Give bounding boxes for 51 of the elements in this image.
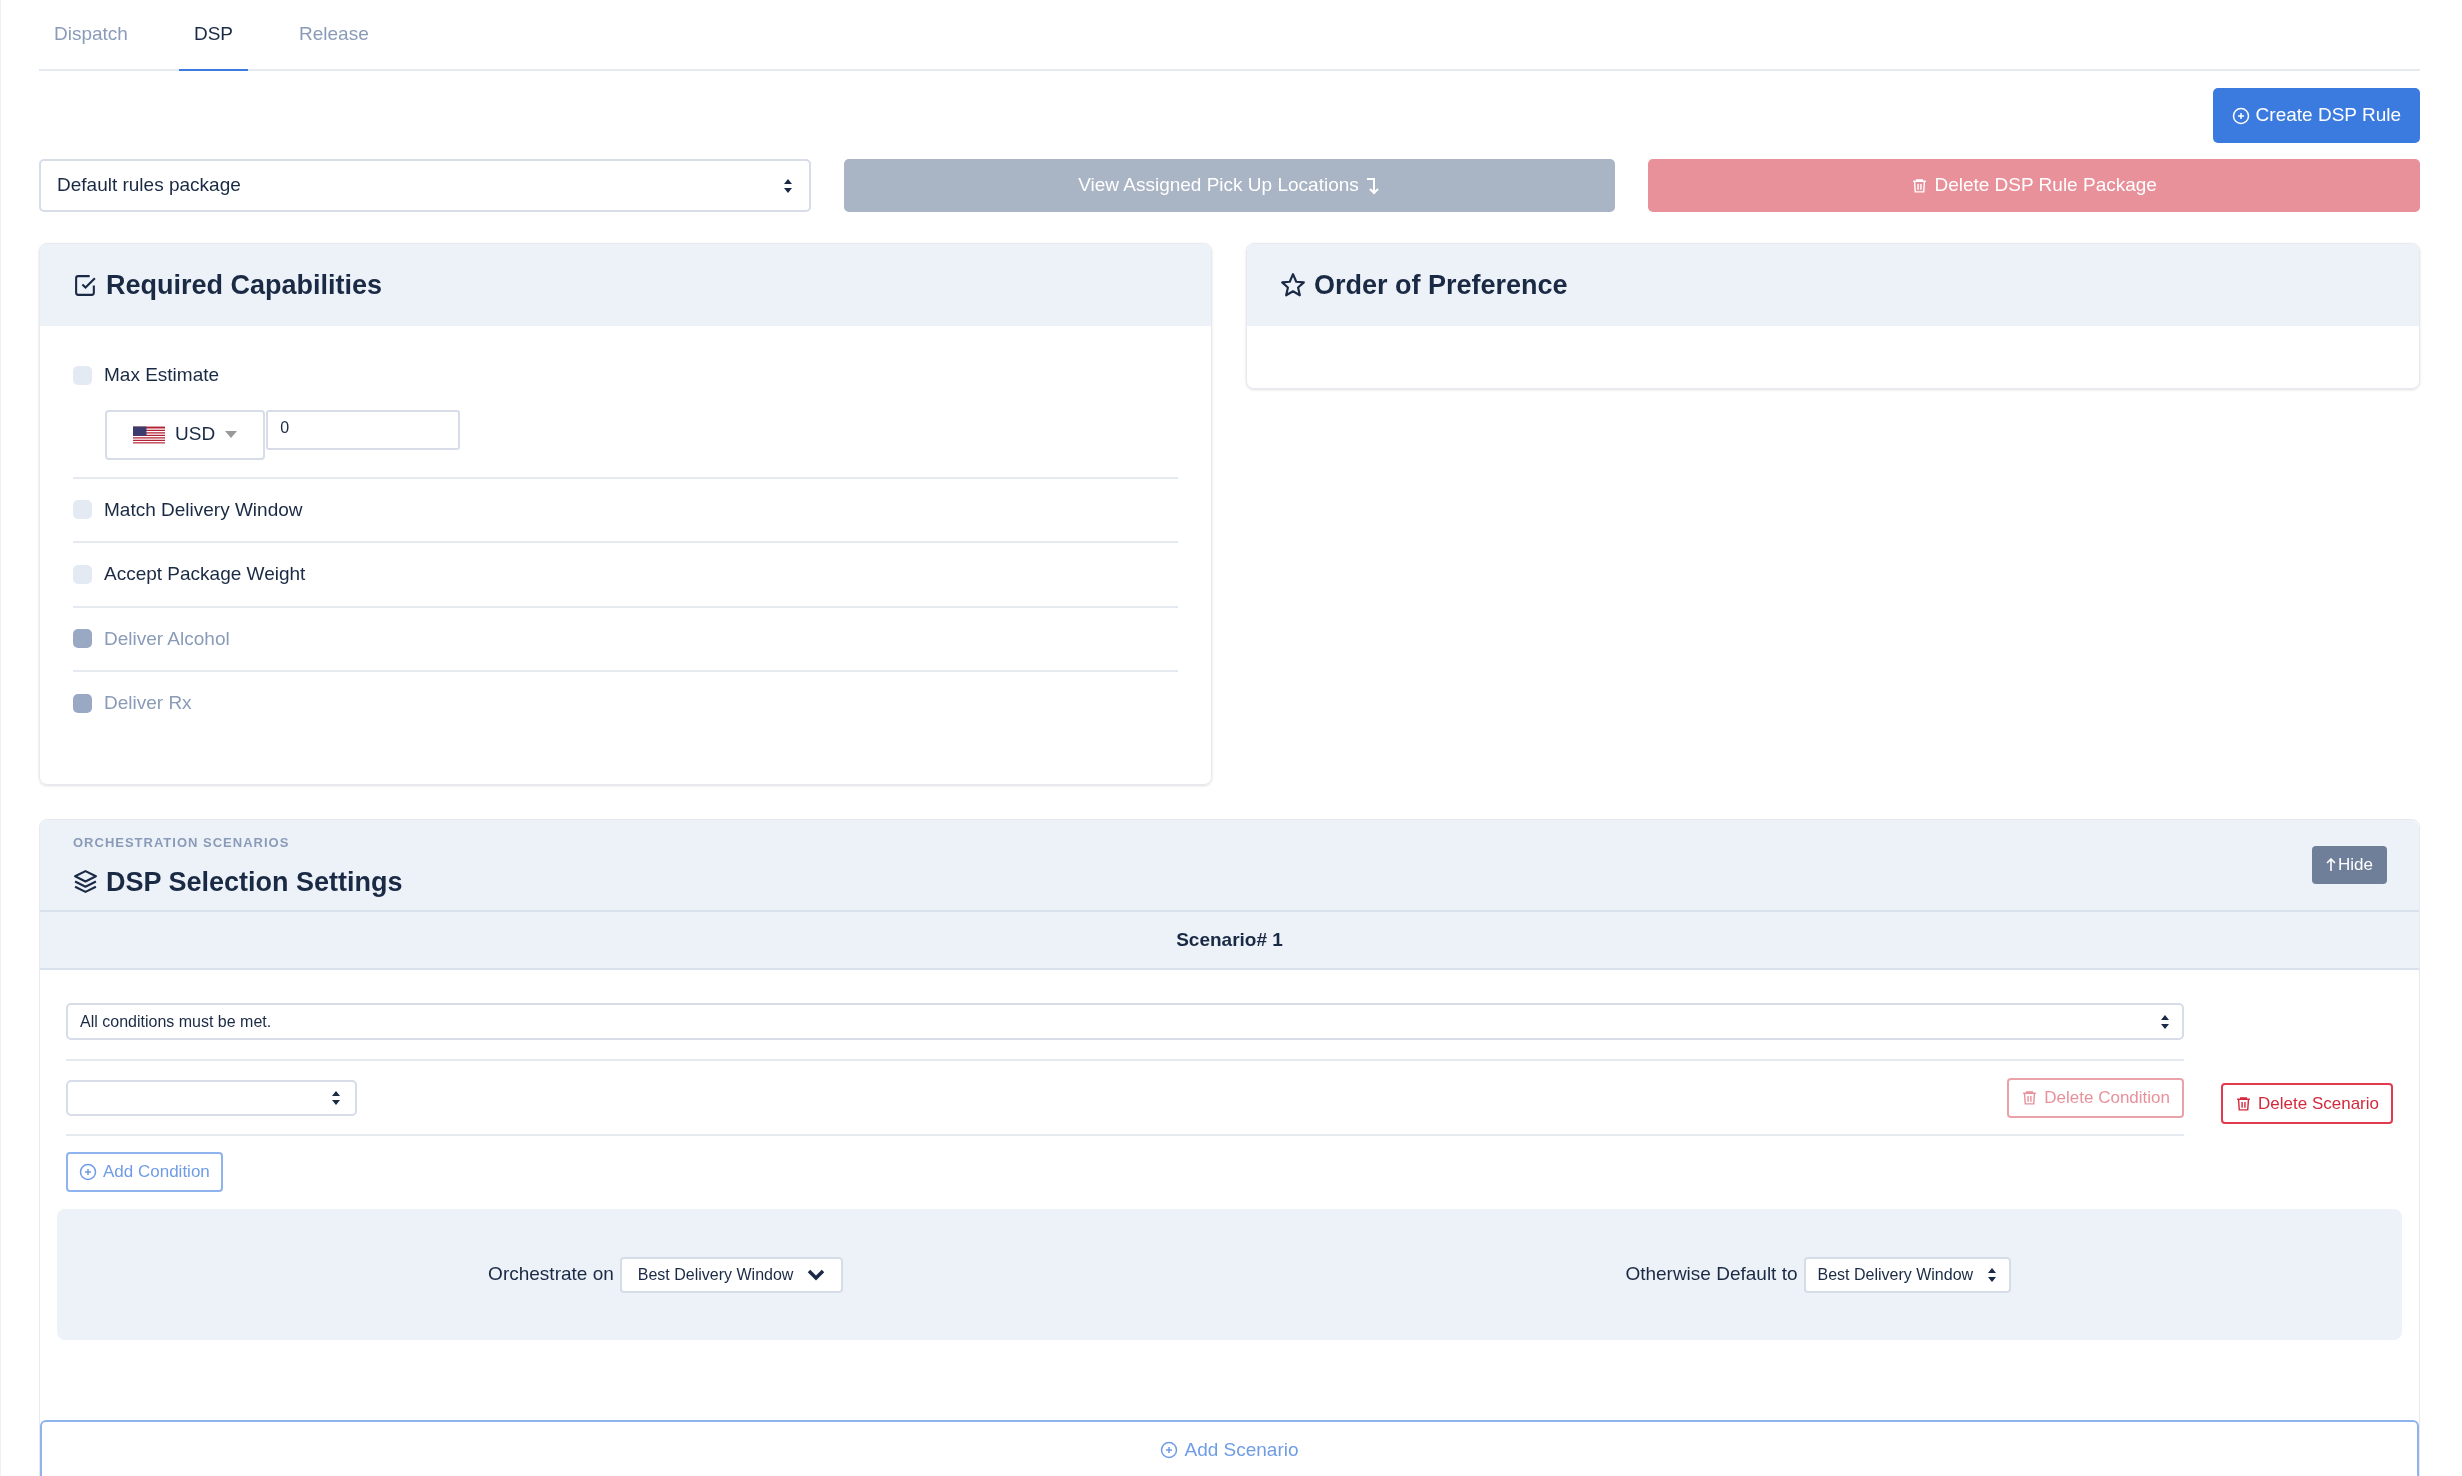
trash-icon xyxy=(2021,1089,2039,1106)
trash-icon xyxy=(1911,177,1929,194)
checked-box-icon xyxy=(73,272,98,298)
star-icon xyxy=(1280,272,1306,298)
tab[interactable]: Release xyxy=(284,0,384,71)
up-down-caret-icon xyxy=(331,1090,341,1105)
amount-input[interactable]: 0 xyxy=(266,409,461,450)
delete-scenario-button[interactable]: Delete Scenario xyxy=(2221,1083,2393,1124)
checkbox[interactable] xyxy=(73,500,92,520)
plus-circle-icon xyxy=(2231,106,2250,125)
layers-icon xyxy=(73,869,98,895)
up-down-caret-icon xyxy=(1987,1267,1998,1282)
hide-button[interactable]: Hide xyxy=(2312,846,2387,884)
orchestrate-select[interactable]: Best Delivery Window xyxy=(619,1256,844,1293)
up-down-caret-icon xyxy=(2160,1014,2170,1029)
tab[interactable]: Dispatch xyxy=(39,0,143,71)
view-locations-button[interactable]: View Assigned Pick Up Locations xyxy=(843,159,1616,212)
arrow-up-icon xyxy=(2326,858,2337,872)
section-eyebrow: ORCHESTRATION SCENARIOS xyxy=(73,834,291,852)
add-condition-button[interactable]: Add Condition xyxy=(66,1152,223,1192)
checkbox-label: Max Estimate xyxy=(104,363,220,387)
currency-select[interactable]: USD xyxy=(105,409,266,460)
add-scenario-button[interactable]: Add Scenario xyxy=(40,1420,2419,1476)
default-select[interactable]: Best Delivery Window xyxy=(1803,1256,2012,1293)
package-select[interactable]: Default rules package xyxy=(39,159,811,212)
arrow-turn-down-icon xyxy=(1364,176,1381,195)
checkbox-label: Deliver Alcohol xyxy=(104,626,230,651)
default-label: Otherwise Default to xyxy=(1625,1262,1798,1287)
section-title: DSP Selection Settings xyxy=(106,865,403,899)
checkbox-label: Accept Package Weight xyxy=(104,562,306,586)
scenario-title: Scenario# 1 xyxy=(1176,927,1283,952)
checkbox[interactable] xyxy=(73,564,92,584)
caret-down-icon xyxy=(225,430,238,439)
condition-select[interactable] xyxy=(66,1079,357,1116)
plus-circle-icon xyxy=(1160,1441,1179,1459)
orchestrate-label: Orchestrate on xyxy=(488,1262,614,1287)
flag-icon xyxy=(133,425,165,444)
tab[interactable]: DSP xyxy=(178,0,248,71)
up-down-caret-icon xyxy=(782,178,793,193)
plus-circle-icon xyxy=(79,1163,97,1181)
card-title: Required Capabilities xyxy=(106,268,383,302)
checkbox[interactable] xyxy=(73,365,92,385)
create-rule-button[interactable]: Create DSP Rule xyxy=(2212,88,2420,143)
trash-icon xyxy=(2235,1095,2253,1112)
delete-package-button[interactable]: Delete DSP Rule Package xyxy=(1648,159,2420,212)
chevron-down-icon xyxy=(807,1268,826,1281)
delete-condition-button[interactable]: Delete Condition xyxy=(2007,1077,2184,1118)
card-title: Order of Preference xyxy=(1314,268,1568,302)
checkbox-label: Match Delivery Window xyxy=(104,497,303,522)
match-select[interactable]: All conditions must be met. xyxy=(66,1003,2184,1040)
checkbox-label: Deliver Rx xyxy=(104,691,192,715)
